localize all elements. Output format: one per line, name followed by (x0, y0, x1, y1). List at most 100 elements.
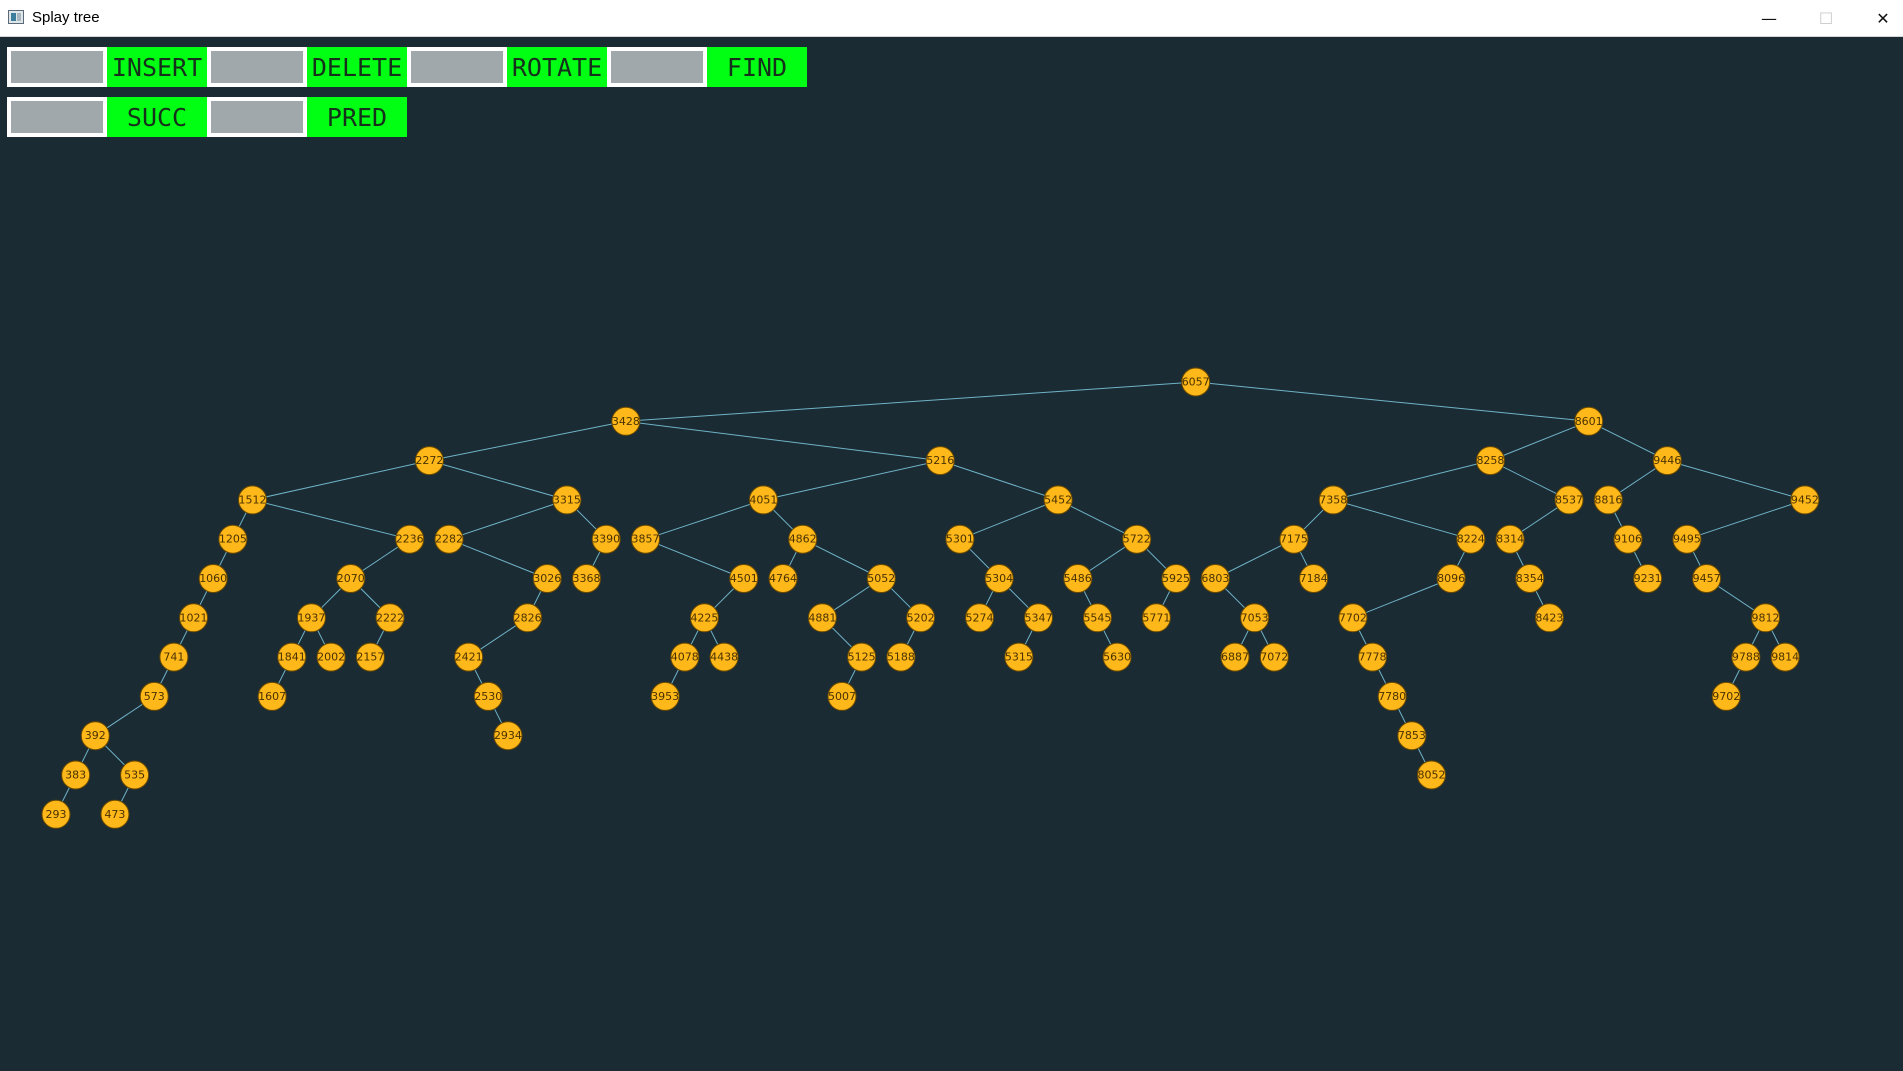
tree-node-5630[interactable]: 5630 (1102, 642, 1132, 672)
node-key-label: 3857 (632, 533, 660, 546)
tree-node-8096[interactable]: 8096 (1436, 564, 1466, 593)
tree-node-9788[interactable]: 9788 (1731, 642, 1761, 672)
tree-node-9106[interactable]: 9106 (1613, 524, 1643, 554)
tree-node-7778[interactable]: 7778 (1358, 642, 1388, 672)
tree-node-5216[interactable]: 5216 (925, 446, 955, 476)
tree-node-741[interactable]: 741 (159, 642, 189, 672)
tree-node-2070[interactable]: 2070 (336, 564, 366, 593)
tree-node-5347[interactable]: 5347 (1024, 603, 1053, 633)
tree-node-8423[interactable]: 8423 (1534, 603, 1564, 633)
tree-node-4881[interactable]: 4881 (807, 603, 837, 633)
tree-node-5315[interactable]: 5315 (1004, 642, 1034, 672)
tree-node-1607[interactable]: 1607 (257, 681, 287, 711)
node-key-label: 8258 (1476, 454, 1504, 467)
tree-node-8354[interactable]: 8354 (1515, 564, 1545, 593)
tree-node-293[interactable]: 293 (41, 799, 71, 829)
tree-node-4764[interactable]: 4764 (768, 564, 798, 593)
tree-node-4225[interactable]: 4225 (689, 603, 719, 633)
tree-node-6057[interactable]: 6057 (1181, 367, 1211, 397)
tree-node-1937[interactable]: 1937 (296, 603, 326, 633)
tree-node-9457[interactable]: 9457 (1692, 564, 1722, 593)
tree-node-2157[interactable]: 2157 (355, 642, 385, 672)
tree-node-5052[interactable]: 5052 (866, 564, 896, 593)
tree-node-3953[interactable]: 3953 (650, 681, 680, 711)
tree-node-7780[interactable]: 7780 (1377, 681, 1407, 711)
tree-node-9702[interactable]: 9702 (1711, 681, 1741, 711)
tree-node-9812[interactable]: 9812 (1751, 603, 1781, 633)
tree-node-3368[interactable]: 3368 (572, 564, 602, 593)
tree-node-473[interactable]: 473 (100, 799, 130, 829)
tree-node-7358[interactable]: 7358 (1318, 485, 1348, 515)
tree-node-535[interactable]: 535 (120, 760, 150, 790)
tree-node-5925[interactable]: 5925 (1161, 564, 1191, 593)
tree-node-8537[interactable]: 8537 (1554, 485, 1584, 515)
tree-node-5188[interactable]: 5188 (886, 642, 916, 672)
tree-node-3026[interactable]: 3026 (532, 564, 562, 593)
tree-node-5202[interactable]: 5202 (906, 603, 936, 633)
tree-node-9452[interactable]: 9452 (1790, 485, 1820, 515)
tree-node-2282[interactable]: 2282 (434, 524, 464, 554)
tree-node-1841[interactable]: 1841 (277, 642, 307, 672)
tree-node-8601[interactable]: 8601 (1574, 406, 1604, 436)
tree-node-5304[interactable]: 5304 (984, 564, 1014, 593)
tree-node-4078[interactable]: 4078 (670, 642, 700, 672)
tree-node-8816[interactable]: 8816 (1593, 485, 1623, 515)
tree-node-9495[interactable]: 9495 (1672, 524, 1702, 554)
tree-node-2826[interactable]: 2826 (513, 603, 543, 633)
tree-node-1512[interactable]: 1512 (238, 485, 267, 515)
tree-node-5301[interactable]: 5301 (945, 524, 975, 554)
tree-node-5125[interactable]: 5125 (847, 642, 877, 672)
tree-node-8052[interactable]: 8052 (1417, 760, 1446, 790)
tree-node-3857[interactable]: 3857 (631, 524, 660, 554)
node-key-label: 5315 (1005, 651, 1033, 664)
tree-node-6803[interactable]: 6803 (1200, 564, 1230, 593)
tree-node-2236[interactable]: 2236 (395, 524, 425, 554)
tree-node-9814[interactable]: 9814 (1770, 642, 1800, 672)
node-key-label: 9231 (1634, 572, 1662, 585)
tree-node-7053[interactable]: 7053 (1240, 603, 1270, 633)
tree-node-5007[interactable]: 5007 (827, 681, 857, 711)
tree-node-573[interactable]: 573 (139, 681, 169, 711)
tree-node-7175[interactable]: 7175 (1279, 524, 1309, 554)
tree-node-5722[interactable]: 5722 (1122, 524, 1152, 554)
tree-node-7072[interactable]: 7072 (1259, 642, 1289, 672)
tree-node-4862[interactable]: 4862 (788, 524, 818, 554)
tree-node-7702[interactable]: 7702 (1338, 603, 1368, 633)
tree-node-2934[interactable]: 2934 (493, 721, 523, 751)
tree-node-2222[interactable]: 2222 (375, 603, 405, 633)
tree-node-1021[interactable]: 1021 (179, 603, 209, 633)
tree-node-2530[interactable]: 2530 (473, 681, 503, 711)
node-key-label: 8423 (1535, 611, 1563, 624)
tree-node-2272[interactable]: 2272 (414, 446, 444, 476)
tree-node-8258[interactable]: 8258 (1475, 446, 1505, 476)
tree-node-1205[interactable]: 1205 (218, 524, 248, 554)
tree-node-4501[interactable]: 4501 (729, 564, 759, 593)
tree-node-8314[interactable]: 8314 (1495, 524, 1525, 554)
tree-node-6887[interactable]: 6887 (1220, 642, 1250, 672)
tree-edge (1686, 499, 1806, 540)
tree-node-7853[interactable]: 7853 (1397, 721, 1427, 751)
tree-node-1060[interactable]: 1060 (198, 564, 228, 593)
tree-node-4438[interactable]: 4438 (709, 642, 739, 672)
tree-node-5452[interactable]: 5452 (1043, 485, 1073, 515)
tree-node-9446[interactable]: 9446 (1652, 446, 1682, 476)
tree-node-7184[interactable]: 7184 (1299, 564, 1329, 593)
tree-node-4051[interactable]: 4051 (748, 485, 778, 515)
tree-node-5486[interactable]: 5486 (1063, 564, 1093, 593)
node-key-label: 2272 (415, 454, 443, 467)
tree-node-3390[interactable]: 3390 (591, 524, 621, 554)
node-key-label: 5545 (1083, 611, 1111, 624)
tree-node-3315[interactable]: 3315 (552, 485, 582, 515)
node-key-label: 1512 (239, 493, 267, 506)
tree-node-383[interactable]: 383 (61, 760, 91, 790)
tree-node-392[interactable]: 392 (80, 721, 110, 751)
tree-node-3428[interactable]: 3428 (611, 406, 641, 436)
tree-node-9231[interactable]: 9231 (1633, 564, 1663, 593)
node-key-label: 573 (144, 690, 165, 703)
tree-node-5274[interactable]: 5274 (965, 603, 995, 633)
tree-node-5545[interactable]: 5545 (1082, 603, 1112, 633)
tree-node-2421[interactable]: 2421 (454, 642, 484, 672)
tree-node-8224[interactable]: 8224 (1456, 524, 1486, 554)
tree-node-2002[interactable]: 2002 (316, 642, 346, 672)
tree-node-5771[interactable]: 5771 (1141, 603, 1171, 633)
